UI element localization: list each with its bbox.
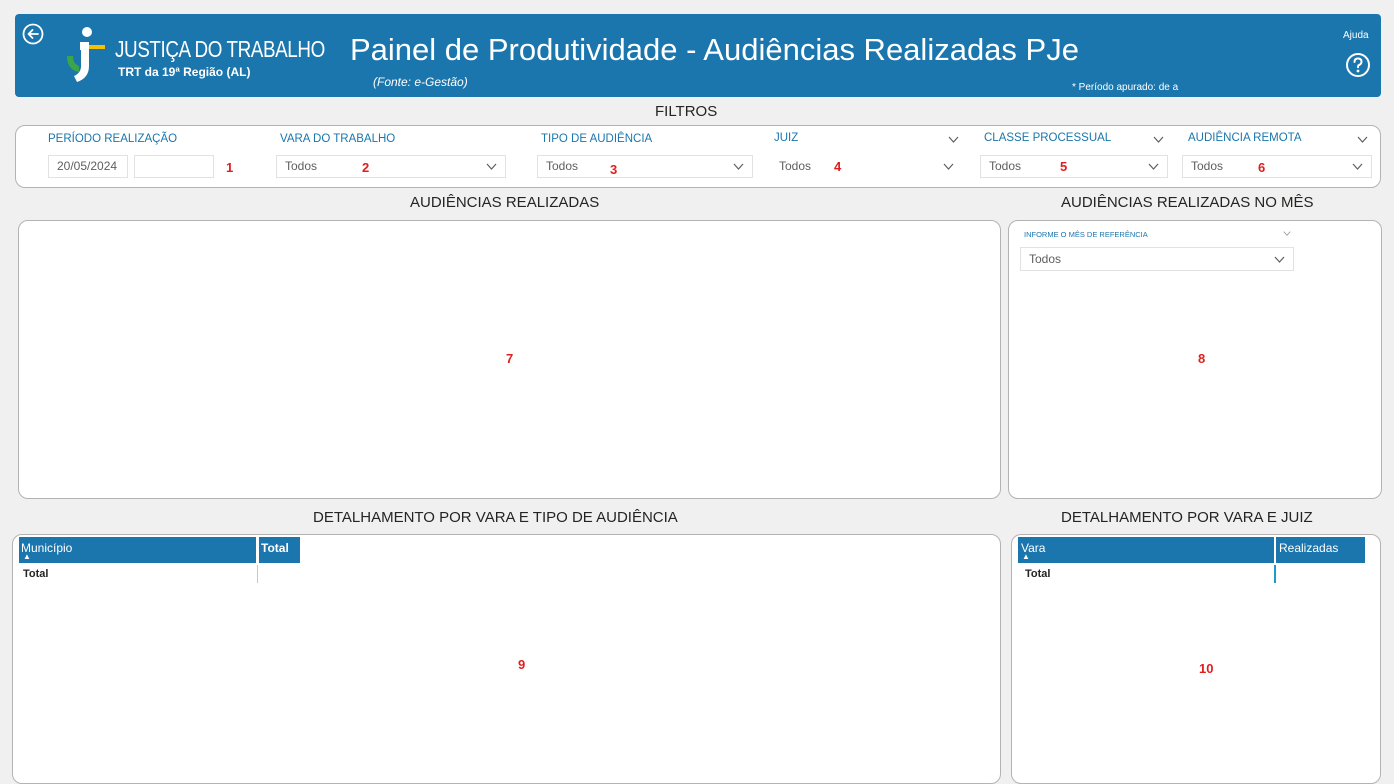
marker-4: 4	[834, 159, 842, 174]
mes-dropdown[interactable]: Todos	[1020, 247, 1294, 271]
mes-value: Todos	[1029, 252, 1062, 266]
column-header-realizadas[interactable]: Realizadas	[1276, 537, 1365, 563]
marker-1: 1	[226, 160, 234, 175]
detalhe-juiz-table-panel: Vara ▲ Realizadas Total 10	[1011, 534, 1381, 784]
chevron-down-icon	[486, 163, 497, 170]
justica-trabalho-logo-icon	[67, 27, 105, 82]
periodo-start-input[interactable]: 20/05/2024	[48, 155, 128, 178]
total-row-label: Total	[1025, 568, 1051, 580]
mes-chart-panel[interactable]: INFORME O MÊS DE REFERÊNCIA Todos 8	[1008, 220, 1382, 499]
help-label: Ajuda	[1343, 30, 1369, 41]
vara-value: Todos	[285, 159, 318, 173]
logo-title: JUSTIÇA DO TRABALHO	[115, 36, 325, 62]
mes-slicer-label: INFORME O MÊS DE REFERÊNCIA	[1024, 230, 1148, 239]
marker-8: 8	[1198, 351, 1206, 366]
back-arrow-icon[interactable]	[22, 23, 44, 45]
mes-title: AUDIÊNCIAS REALIZADAS NO MÊS	[1061, 194, 1314, 211]
remota-dropdown[interactable]: Todos	[1182, 155, 1372, 178]
juiz-value: Todos	[779, 159, 812, 173]
chevron-down-icon	[1274, 256, 1285, 263]
sort-asc-icon: ▲	[23, 552, 31, 561]
detalhe-juiz-title: DETALHAMENTO POR VARA E JUIZ	[1061, 509, 1313, 526]
chevron-down-icon[interactable]	[1283, 231, 1291, 236]
tipo-label: TIPO DE AUDIÊNCIA	[541, 133, 653, 145]
period-info: * Período apurado: de a	[1072, 82, 1179, 93]
remota-label: AUDIÊNCIA REMOTA	[1188, 132, 1302, 144]
logo-subtitle: TRT da 19ª Região (AL)	[118, 65, 251, 79]
marker-9: 9	[518, 657, 526, 672]
marker-2: 2	[362, 160, 370, 175]
vara-dropdown[interactable]: Todos	[276, 155, 506, 178]
chevron-down-icon	[943, 163, 954, 170]
help-icon[interactable]	[1345, 52, 1371, 78]
remota-value: Todos	[1191, 159, 1224, 173]
juiz-label: JUIZ	[774, 132, 799, 144]
column-divider	[257, 565, 258, 583]
marker-10: 10	[1199, 661, 1214, 676]
chevron-down-icon[interactable]	[1357, 136, 1368, 143]
detalhe-tipo-title: DETALHAMENTO POR VARA E TIPO DE AUDIÊNCI…	[313, 509, 678, 526]
chevron-down-icon	[1148, 163, 1159, 170]
filters-title: FILTROS	[655, 103, 718, 120]
audiencias-chart-panel[interactable]: 7	[18, 220, 1001, 499]
tipo-value: Todos	[546, 159, 579, 173]
column-header-vara[interactable]: Vara ▲	[1018, 537, 1274, 563]
juiz-dropdown[interactable]: Todos	[770, 155, 963, 178]
column-header-municipio[interactable]: Município ▲	[19, 537, 256, 563]
total-row-label: Total	[23, 568, 49, 580]
column-divider	[1274, 565, 1276, 583]
audiencias-title: AUDIÊNCIAS REALIZADAS	[410, 194, 600, 211]
header-banner: JUSTIÇA DO TRABALHO TRT da 19ª Região (A…	[15, 14, 1381, 97]
tipo-dropdown[interactable]: Todos	[537, 155, 753, 178]
classe-value: Todos	[989, 159, 1022, 173]
marker-7: 7	[506, 351, 514, 366]
marker-6: 6	[1258, 160, 1266, 175]
vara-label: VARA DO TRABALHO	[280, 133, 396, 145]
column-header-total[interactable]: Total	[259, 537, 300, 563]
marker-5: 5	[1060, 159, 1068, 174]
chevron-down-icon[interactable]	[948, 136, 959, 143]
classe-dropdown[interactable]: Todos	[980, 155, 1168, 178]
detalhe-tipo-table-panel: Município ▲ Total Total 9	[12, 534, 1001, 784]
sort-asc-icon: ▲	[1022, 552, 1030, 561]
data-source: (Fonte: e-Gestão)	[373, 75, 468, 89]
chevron-down-icon[interactable]	[1153, 136, 1164, 143]
chevron-down-icon	[1352, 163, 1363, 170]
classe-label: CLASSE PROCESSUAL	[984, 132, 1112, 144]
marker-3: 3	[610, 162, 618, 177]
page-title: Painel de Produtividade - Audiências Rea…	[350, 32, 1079, 67]
periodo-end-input[interactable]	[134, 155, 214, 178]
chevron-down-icon	[733, 163, 744, 170]
periodo-label: PERÍODO REALIZAÇÃO	[48, 133, 178, 145]
